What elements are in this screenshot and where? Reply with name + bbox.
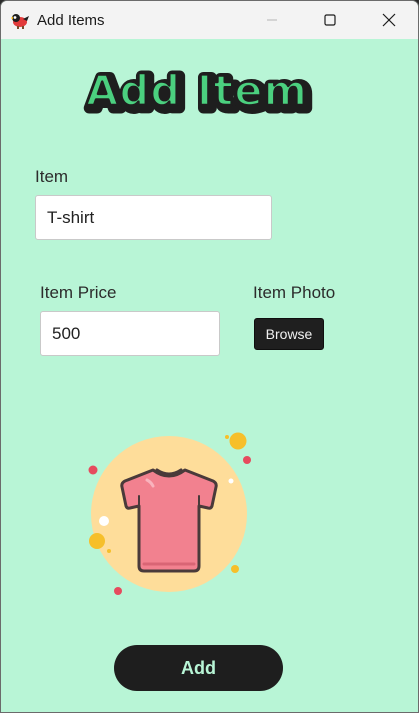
add-items-window: Add Items Add Item Add Item Item Item Pr… (0, 0, 419, 713)
add-button[interactable]: Add (114, 645, 283, 691)
page-heading: Add Item Add Item (84, 63, 316, 123)
window-title: Add Items (37, 12, 105, 29)
maximize-icon (324, 14, 336, 26)
bird-app-icon (11, 14, 29, 29)
title-bar[interactable]: Add Items (1, 1, 418, 39)
item-price-input[interactable] (40, 311, 220, 356)
maximize-button[interactable] (301, 1, 359, 39)
item-label: Item (35, 167, 69, 186)
tshirt-icon (88, 432, 251, 595)
item-photo-label: Item Photo (253, 283, 336, 302)
close-button[interactable] (360, 1, 418, 39)
minimize-button[interactable] (243, 1, 301, 39)
item-price-label: Item Price (40, 283, 117, 302)
minimize-icon (267, 19, 277, 21)
heading-text: Add Item (86, 66, 308, 115)
close-icon (382, 13, 396, 27)
browse-button[interactable]: Browse (254, 318, 324, 350)
item-input[interactable] (35, 195, 272, 240)
